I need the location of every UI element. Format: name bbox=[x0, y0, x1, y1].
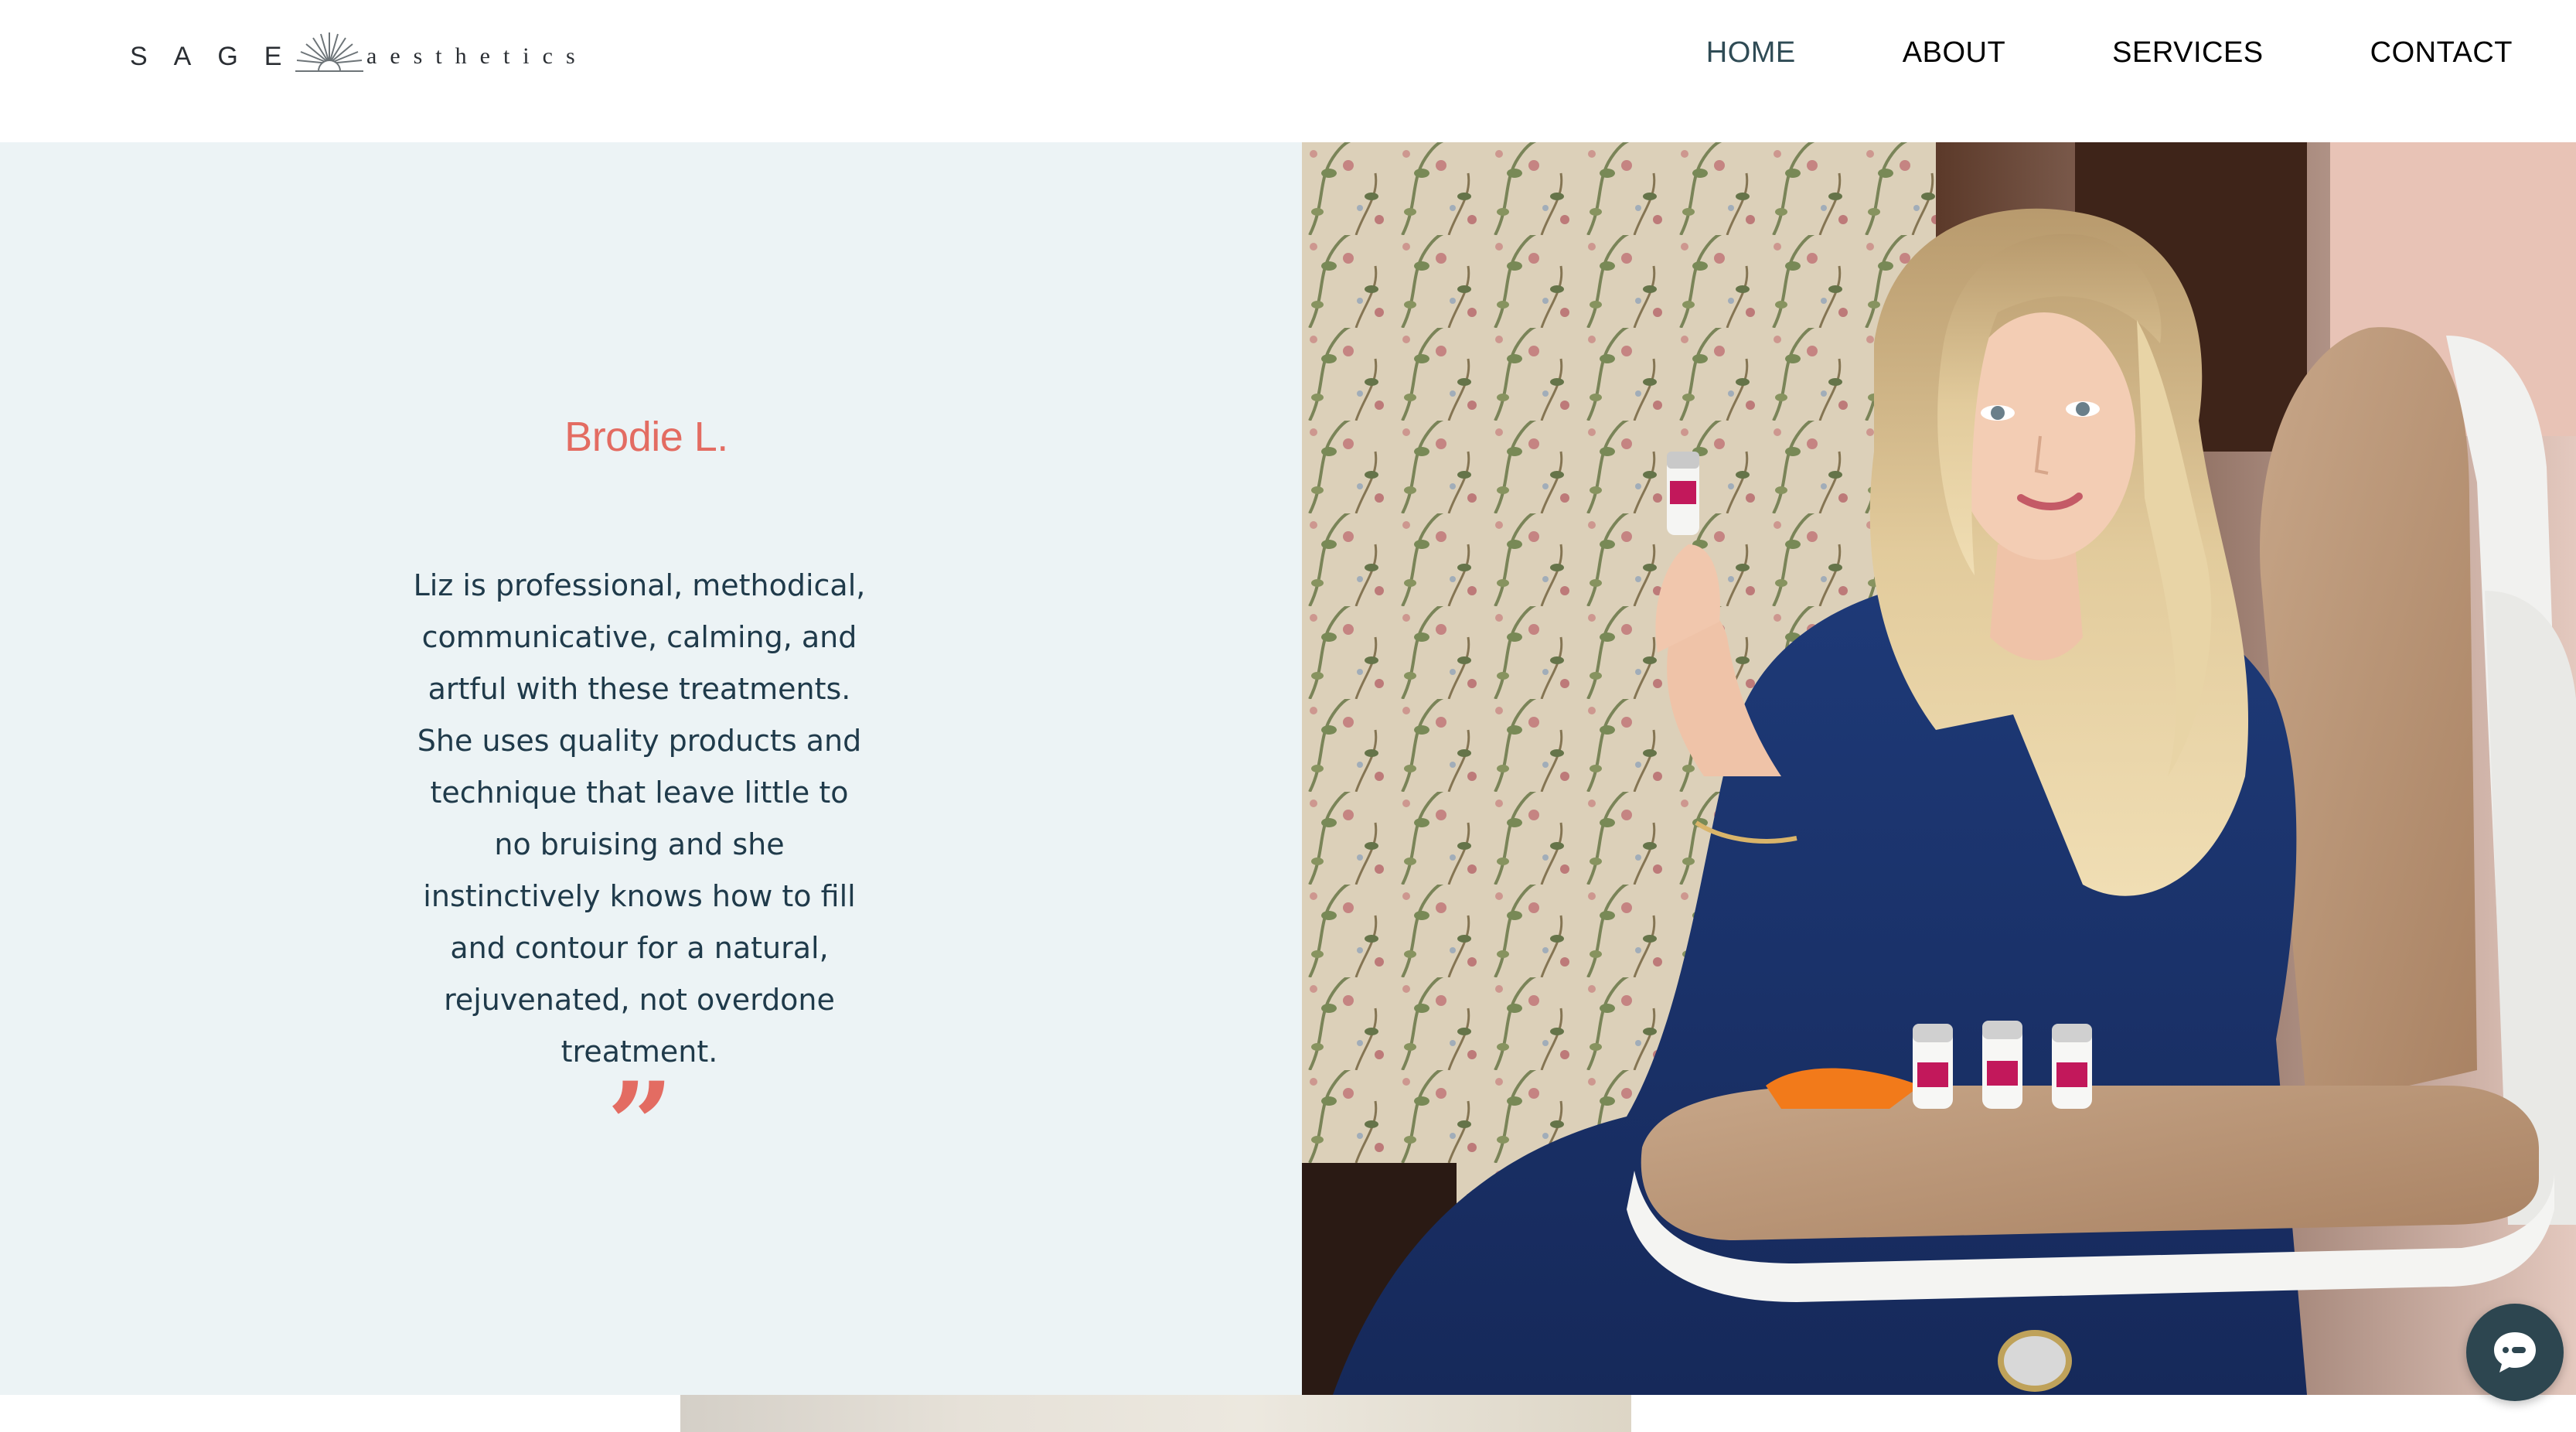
nav-contact[interactable]: CONTACT bbox=[2370, 36, 2513, 70]
quote-line: instinctively knows how to fill bbox=[423, 879, 856, 913]
hero-photo bbox=[1302, 142, 2576, 1395]
quote-line: Liz is professional, methodical, bbox=[413, 568, 866, 602]
site-logo[interactable]: SAGE aesthetics bbox=[130, 29, 575, 88]
quote-line: artful with these treatments. bbox=[428, 672, 851, 706]
quote-line: communicative, calming, and bbox=[421, 620, 857, 654]
logo-word-aesthetics: aesthetics bbox=[366, 43, 588, 69]
nav-about[interactable]: ABOUT bbox=[1903, 36, 2005, 70]
testimonial-panel: Brodie L. Liz is professional, methodica… bbox=[0, 142, 1302, 1395]
quote-line: technique that leave little to bbox=[430, 776, 849, 810]
testimonial-quote: Liz is professional, methodical, communi… bbox=[402, 560, 877, 1078]
quote-line: no bruising and she bbox=[494, 827, 785, 861]
chat-button[interactable] bbox=[2466, 1304, 2564, 1401]
reviewer-name: Brodie L. bbox=[564, 414, 728, 460]
nav-services[interactable]: SERVICES bbox=[2112, 36, 2263, 70]
next-section-image bbox=[666, 1395, 1631, 1432]
quote-line: rejuvenated, not overdone bbox=[444, 983, 835, 1017]
sun-logo-icon bbox=[295, 32, 363, 72]
site-header: SAGE aesthetics HOME ABOUT SERVICES CONT… bbox=[0, 0, 2576, 142]
logo-word-sage: SAGE bbox=[130, 42, 308, 71]
quote-line: and contour for a natural, bbox=[450, 931, 829, 965]
photo-practitioner-holding-vial bbox=[1302, 142, 2576, 1395]
closing-quote-icon: ” bbox=[606, 1057, 674, 1193]
main-nav: HOME ABOUT SERVICES CONTACT bbox=[1600, 31, 2513, 74]
nav-home[interactable]: HOME bbox=[1706, 36, 1796, 70]
quote-line: She uses quality products and bbox=[417, 724, 862, 758]
chat-bubble-icon bbox=[2494, 1332, 2536, 1372]
